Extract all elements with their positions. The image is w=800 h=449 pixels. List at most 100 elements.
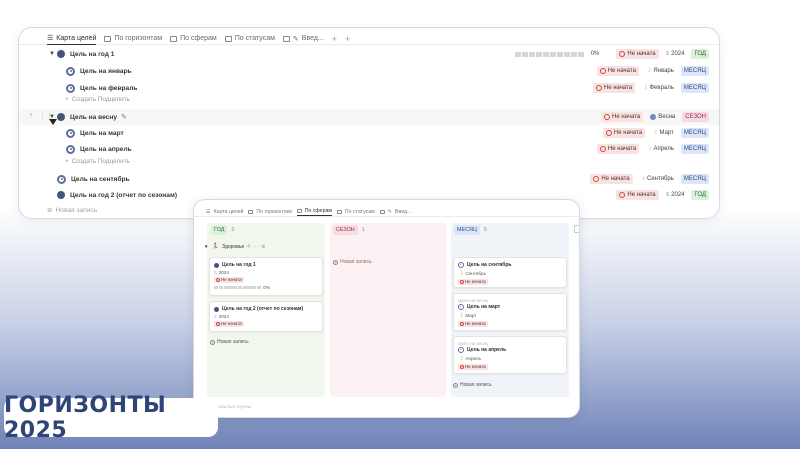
horizon-badge[interactable]: ГОД [691, 49, 709, 59]
status-badge: Не начата [214, 277, 244, 283]
tab-spheres[interactable]: По сферам [170, 33, 217, 45]
column-count: 2 [231, 227, 235, 233]
board-card[interactable]: Цель на весну Цель на апрель ☽ Апрель Не … [453, 336, 567, 374]
period-text: 2024 [671, 192, 685, 198]
horizon-badge[interactable]: СЕЗОН [682, 112, 709, 122]
add-subpage-button[interactable]: + Создать Подцепить [65, 96, 130, 103]
period-text: Январь [653, 68, 674, 74]
table-row[interactable]: Цель на январь Не начата ☽ Январь МЕСЯЦ [19, 63, 719, 79]
row-title[interactable]: Цель на год 2 (отчет по сезонам) [70, 192, 177, 199]
status-circle-icon [619, 51, 626, 57]
column-header-season[interactable]: СЕЗОН 1 [333, 225, 365, 235]
pencil-icon: ✎ [387, 208, 393, 215]
tab-horizons[interactable]: По горизонтам [104, 33, 162, 45]
column-label: МЕСЯЦ [454, 225, 480, 235]
tab-horizons[interactable]: По горизонтам [248, 206, 292, 218]
new-record-button[interactable]: + Новая запись [453, 382, 492, 388]
row-title[interactable]: Цель на апрель [80, 146, 132, 153]
progress-bar [514, 51, 584, 57]
row-title[interactable]: Цель на сентябрь [71, 176, 130, 183]
row-title[interactable]: Цель на март [80, 130, 124, 137]
more-icon[interactable]: ··· [253, 244, 258, 250]
tab-spheres[interactable]: По сферам [296, 207, 332, 216]
new-record-label: Новая запись [217, 339, 249, 345]
status-badge[interactable]: Не начата [590, 174, 633, 184]
row-title[interactable]: Цель на весну [70, 114, 117, 121]
status-badge[interactable]: Не начата [596, 66, 639, 76]
board-icon [248, 209, 254, 214]
status-text: Не начата [613, 130, 643, 136]
status-badge[interactable]: Не начата [616, 49, 659, 59]
card-progress: 0% [214, 285, 318, 290]
table-row[interactable]: ▼ Цель на весну ✎ Не начата Весна СЕЗОН [19, 109, 719, 125]
row-properties: Не начата ☽ Сентябрь МЕСЯЦ [590, 174, 709, 184]
period-badge: ☽ Сентябрь [637, 174, 677, 184]
status-badge[interactable]: Не начата [592, 83, 636, 93]
board-card[interactable]: Цель на год 1 ≡ 2024 Не начата 0% [209, 257, 323, 296]
chevron-down-icon[interactable]: ▼ [49, 51, 57, 57]
scroll-arrow-icon[interactable] [574, 225, 579, 233]
group-header[interactable]: ▼ 🏃 Здоровье 4 ··· ⊕ [204, 243, 265, 251]
list-icon: ☰ [47, 35, 54, 42]
tab-label: По статусам [344, 208, 375, 215]
tab-label: Введ... [395, 208, 412, 215]
add-row-icon[interactable]: + [29, 112, 33, 119]
row-title[interactable]: Цель на январь [80, 68, 132, 75]
row-title[interactable]: Цель на февраль [80, 85, 137, 92]
period-badge: ≡ 2024 [663, 190, 688, 200]
tab-statuses[interactable]: По статусам [224, 33, 275, 45]
moon-icon: ☽ [646, 146, 652, 152]
tab-label: По горизонтам [114, 35, 163, 42]
board-card[interactable]: Цель на сентябрь ☽ Сентябрь Не начата [453, 257, 567, 288]
table-row[interactable]: Цель на сентябрь Не начата ☽ Сентябрь МЕС… [19, 171, 719, 187]
status-badge[interactable]: Не начата [601, 112, 644, 122]
add-subpage-button[interactable]: + Создать Подцепить [65, 158, 130, 165]
tab-label: По сферам [304, 208, 332, 214]
table-row[interactable]: ▼ Цель на год 1 0% Не начата ≡ 2024 ГОД [19, 46, 719, 62]
moon-icon: ☽ [458, 271, 464, 277]
status-text: Не начата [603, 85, 633, 91]
board-card[interactable]: Цель на год 2 (отчет по сезонам) ≡ 2024 Н… [209, 301, 323, 332]
horizon-badge[interactable]: МЕСЯЦ [680, 83, 709, 93]
new-record-button[interactable]: + Новая запись [210, 339, 249, 345]
plus-icon: + [65, 96, 69, 103]
status-text: Не начата [465, 279, 486, 284]
horizon-badge[interactable]: МЕСЯЦ [680, 66, 709, 76]
status-badge[interactable]: Не начата [602, 128, 646, 138]
table-row[interactable]: Цель на февраль Не начата ☽ Февраль МЕСЯЦ [19, 80, 719, 96]
board-card[interactable]: Цель на весну Цель на март ☽ Март Не нача… [453, 293, 567, 331]
column-header-month[interactable]: МЕСЯЦ 5 [454, 225, 487, 235]
horizon-badge[interactable]: МЕСЯЦ [680, 174, 709, 184]
status-badge[interactable]: Не начата [616, 190, 659, 200]
column-header-year[interactable]: ГОД 2 [211, 225, 234, 235]
tab-goal-map[interactable]: ☰ Карта целей [206, 206, 243, 218]
new-record-button[interactable]: + Новая запись [333, 259, 372, 265]
card-period: ≡ 2024 [214, 270, 318, 275]
add-view-icon[interactable]: + [332, 33, 337, 45]
hidden-groups-label[interactable]: Скрытые группы [216, 404, 251, 409]
status-text: Не начата [612, 114, 641, 120]
tab-input[interactable]: ✎ Введ... [379, 206, 412, 218]
chevron-down-icon[interactable]: ▼ [204, 244, 208, 249]
horizon-badge[interactable]: МЕСЯЦ [680, 144, 709, 154]
runner-icon: 🏃 [211, 244, 219, 250]
tab-statuses[interactable]: По статусам [336, 206, 375, 218]
table-row[interactable]: Цель на март Не начата ☽ Март МЕСЯЦ [19, 125, 719, 141]
add-view-button[interactable]: + [345, 33, 350, 45]
pencil-icon: ✎ [292, 35, 299, 43]
add-icon[interactable]: ⊕ [261, 244, 265, 250]
tab-goal-map[interactable]: ☰ Карта целей [47, 33, 97, 45]
status-circle-icon [595, 85, 602, 91]
tab-input[interactable]: ✎ Введ... [282, 33, 324, 45]
row-title[interactable]: Цель на год 1 [70, 51, 114, 58]
target-icon [66, 128, 75, 138]
card-title-text: Цель на апрель [467, 347, 507, 353]
horizon-badge[interactable]: ГОД [691, 190, 709, 200]
status-circle-icon [605, 130, 612, 136]
new-record-button[interactable]: ⊕ Новая запись [47, 206, 97, 215]
horizon-badge[interactable]: МЕСЯЦ [680, 128, 709, 138]
table-row[interactable]: Цель на апрель Не начата ☽ Апрель МЕСЯЦ [19, 141, 719, 157]
board-icon [104, 35, 112, 42]
edit-icon[interactable]: ✎ [121, 113, 127, 121]
status-badge[interactable]: Не начата [596, 144, 640, 154]
